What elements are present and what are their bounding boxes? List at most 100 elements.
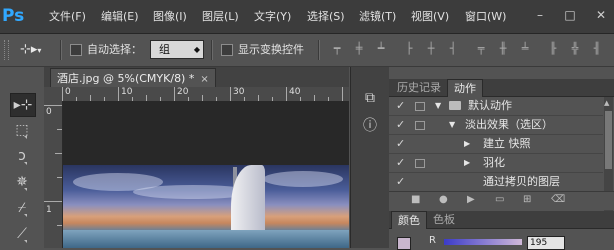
maximize-button[interactable]: □ <box>563 8 577 22</box>
distribute-vcenter-icon[interactable]: ╫ <box>496 42 510 56</box>
separator <box>211 40 213 60</box>
history-panel-icon[interactable]: ⧉ <box>360 89 380 107</box>
move-tool-icon[interactable]: ⊹▸▾ <box>20 42 41 57</box>
separator <box>318 40 320 60</box>
options-bar-grip[interactable] <box>4 40 9 60</box>
red-channel-slider[interactable] <box>444 239 522 245</box>
folder-icon <box>449 101 461 110</box>
action-label: 建立 快照 <box>483 137 531 150</box>
menu-type[interactable]: 文字(Y) <box>254 0 291 33</box>
crop-tool-icon[interactable]: ⌿ <box>10 197 34 219</box>
eyedropper-tool-icon[interactable]: ⟋ <box>10 223 34 245</box>
align-left-icon[interactable]: ├ <box>402 42 416 56</box>
toolbox: ▸⊹ ⬚ ↄ ✵ ⌿ ⟋ <box>0 67 45 248</box>
menu-window[interactable]: 窗口(W) <box>465 0 506 33</box>
horizontal-ruler[interactable]: 0 10 20 30 40 <box>62 87 349 102</box>
menu-file[interactable]: 文件(F) <box>49 0 86 33</box>
dropdown-arrow-icon: ◆ <box>193 45 200 54</box>
auto-select-label: 自动选择： <box>87 43 142 56</box>
action-row[interactable]: ✓ ▼ 淡出效果（选区） <box>389 116 603 135</box>
auto-select-target-value: 组 <box>159 43 170 56</box>
dialog-toggle-icon[interactable] <box>415 121 425 130</box>
dialog-toggle-icon[interactable] <box>415 159 425 168</box>
action-label: 通过拷贝的图层 <box>483 175 560 188</box>
checkmark-icon[interactable]: ✓ <box>396 154 405 172</box>
scroll-up-icon[interactable]: ▲ <box>604 99 609 107</box>
collapse-triangle-icon[interactable]: ▶ <box>464 154 470 172</box>
actions-panel: 历史记录 动作 ✓ ▼ 默认动作 ✓ ▼ 淡出效果（选区） ✓ ▶ 建立 快照 … <box>389 67 614 250</box>
color-panel-tabs: 颜色 色板 <box>389 211 614 229</box>
expand-triangle-icon[interactable]: ▼ <box>449 116 455 134</box>
align-top-icon[interactable]: ┯ <box>330 42 344 56</box>
actions-panel-tabs: 历史记录 动作 <box>389 79 614 97</box>
tab-swatches[interactable]: 色板 <box>427 211 461 228</box>
align-vcenter-icon[interactable]: ╪ <box>352 42 366 56</box>
document-tab-bar: 酒店.jpg @ 5%(CMYK/8) * × <box>44 67 349 88</box>
menu-view[interactable]: 视图(V) <box>411 0 449 33</box>
auto-select-checkbox[interactable] <box>70 44 82 56</box>
scroll-thumb[interactable] <box>605 111 612 169</box>
ruler-label: 10 <box>121 87 133 97</box>
canvas-area[interactable] <box>63 101 349 248</box>
stop-icon[interactable]: ■ <box>411 194 420 205</box>
action-label: 羽化 <box>483 156 505 169</box>
ruler-origin[interactable] <box>44 87 63 102</box>
vertical-ruler[interactable]: 0 1 <box>44 101 63 248</box>
ruler-label: 1 <box>46 205 52 215</box>
action-row[interactable]: ✓ ▶ 羽化 <box>389 154 603 173</box>
foreground-color-swatch[interactable] <box>397 237 411 250</box>
channel-label: R <box>429 235 436 246</box>
show-transform-checkbox[interactable] <box>221 44 233 56</box>
action-row[interactable]: ✓ ▼ 默认动作 <box>389 97 603 116</box>
distribute-bottom-icon[interactable]: ╧ <box>518 42 532 56</box>
distribute-left-icon[interactable]: ╟ <box>546 42 560 56</box>
checkmark-icon[interactable]: ✓ <box>396 135 405 153</box>
tab-actions[interactable]: 动作 <box>447 79 483 97</box>
lasso-tool-icon[interactable]: ↄ <box>10 145 34 167</box>
tab-history[interactable]: 历史记录 <box>391 79 447 96</box>
delete-icon[interactable]: ⌫ <box>551 194 565 205</box>
menu-image[interactable]: 图像(I) <box>153 0 187 33</box>
action-row[interactable]: ✓ ▶ 建立 快照 <box>389 135 603 154</box>
tab-color[interactable]: 颜色 <box>391 211 427 229</box>
ruler-label: 0 <box>46 107 52 117</box>
checkmark-icon[interactable]: ✓ <box>396 97 405 115</box>
dialog-toggle-icon[interactable] <box>415 102 425 111</box>
distribute-hcenter-icon[interactable]: ╬ <box>568 42 582 56</box>
document-tab-label: 酒店.jpg @ 5%(CMYK/8) * <box>57 72 195 85</box>
menu-filter[interactable]: 滤镜(T) <box>359 0 396 33</box>
ruler-label: 0 <box>65 87 71 97</box>
marquee-tool-icon[interactable]: ⬚ <box>10 119 34 141</box>
distribute-right-icon[interactable]: ╢ <box>590 42 604 56</box>
collapse-triangle-icon[interactable]: ▶ <box>464 135 470 153</box>
separator <box>60 40 62 60</box>
close-window-button[interactable]: ✕ <box>594 8 608 22</box>
minimize-button[interactable]: – <box>533 8 547 22</box>
new-action-icon[interactable]: ⊞ <box>523 194 531 205</box>
align-bottom-icon[interactable]: ┷ <box>374 42 388 56</box>
align-right-icon[interactable]: ┤ <box>446 42 460 56</box>
info-panel-icon[interactable]: ⓘ <box>360 117 380 135</box>
record-icon[interactable]: ● <box>439 194 448 205</box>
move-tool-icon[interactable]: ▸⊹ <box>10 93 36 117</box>
new-set-icon[interactable]: ▭ <box>495 194 504 205</box>
play-icon[interactable]: ▶ <box>467 194 475 205</box>
action-row[interactable]: ✓ 通过拷贝的图层 <box>389 173 603 192</box>
ruler-label: 20 <box>177 87 189 97</box>
menu-select[interactable]: 选择(S) <box>307 0 345 33</box>
panel-dock: ⧉ ⓘ <box>350 67 390 248</box>
action-label: 淡出效果（选区） <box>465 118 553 131</box>
close-tab-icon[interactable]: × <box>200 74 208 85</box>
menu-layer[interactable]: 图层(L) <box>202 0 239 33</box>
distribute-top-icon[interactable]: ╤ <box>474 42 488 56</box>
auto-select-target-dropdown[interactable]: 组 ◆ <box>150 40 204 59</box>
checkmark-icon[interactable]: ✓ <box>396 173 405 191</box>
menu-edit[interactable]: 编辑(E) <box>101 0 139 33</box>
align-hcenter-icon[interactable]: ┼ <box>424 42 438 56</box>
document-tab[interactable]: 酒店.jpg @ 5%(CMYK/8) * × <box>50 68 216 88</box>
expand-triangle-icon[interactable]: ▼ <box>435 97 441 115</box>
action-label: 默认动作 <box>468 99 512 112</box>
actions-panel-footer: ■ ● ▶ ▭ ⊞ ⌫ <box>389 191 614 210</box>
magic-wand-tool-icon[interactable]: ✵ <box>10 171 34 193</box>
checkmark-icon[interactable]: ✓ <box>396 116 405 134</box>
